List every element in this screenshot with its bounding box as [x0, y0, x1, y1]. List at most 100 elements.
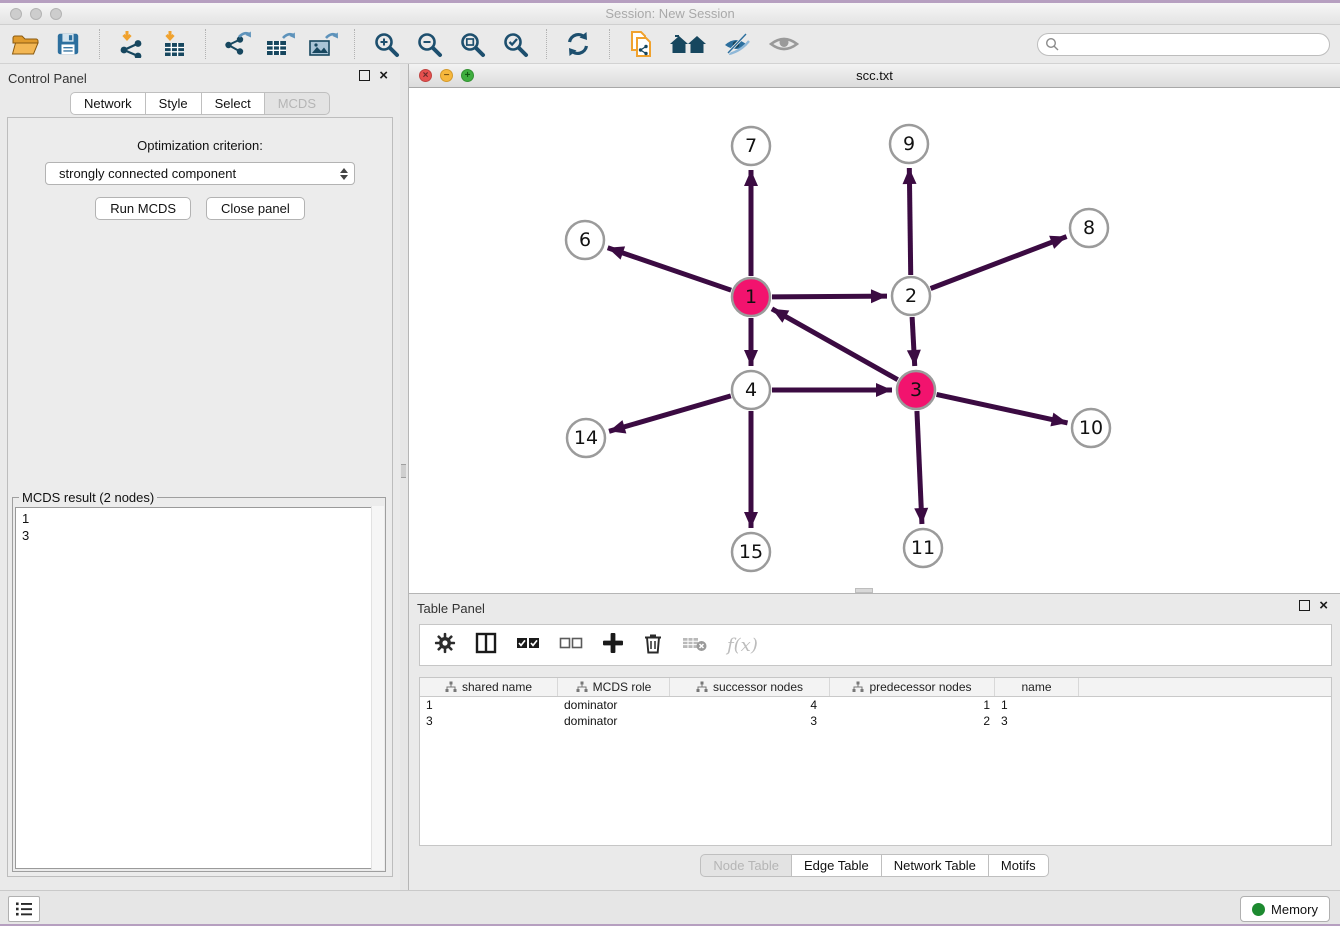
- graph-node-6[interactable]: 6: [566, 221, 604, 259]
- cell-name[interactable]: 1: [995, 697, 1079, 713]
- import-table-button[interactable]: [159, 29, 189, 59]
- toolbar-separator: [205, 29, 206, 59]
- show-all-button[interactable]: [767, 29, 801, 59]
- graph-edge-2-8[interactable]: [931, 237, 1067, 289]
- graph-node-14[interactable]: 14: [567, 419, 605, 457]
- graph-node-8[interactable]: 8: [1070, 209, 1108, 247]
- graph-node-1[interactable]: 1: [732, 278, 770, 316]
- delete-column-button[interactable]: [643, 632, 663, 659]
- export-network-button[interactable]: [222, 29, 252, 59]
- tree-icon: [445, 681, 457, 693]
- network-canvas[interactable]: 7 9 6 8 1 2 4 3 14 10 15 11: [409, 88, 1340, 593]
- open-session-button[interactable]: [10, 29, 40, 59]
- graph-node-9[interactable]: 9: [890, 125, 928, 163]
- graph-node-11[interactable]: 11: [904, 529, 942, 567]
- deselect-all-rows-button[interactable]: [559, 635, 583, 656]
- trash-icon: [643, 632, 663, 654]
- tab-node-table[interactable]: Node Table: [700, 854, 792, 877]
- cell-mcds-role[interactable]: dominator: [558, 697, 670, 713]
- column-header-mcds-role[interactable]: MCDS role: [558, 678, 670, 696]
- cell-shared-name[interactable]: 3: [420, 713, 558, 729]
- graph-node-7[interactable]: 7: [732, 127, 770, 165]
- graph-edge-3-10[interactable]: [937, 394, 1068, 422]
- graph-edge-1-2[interactable]: [772, 296, 887, 297]
- tab-select[interactable]: Select: [202, 92, 265, 115]
- run-mcds-button[interactable]: Run MCDS: [95, 197, 191, 220]
- table-panel-title: Table Panel: [417, 601, 485, 616]
- graph-node-4[interactable]: 4: [732, 371, 770, 409]
- refresh-button[interactable]: [563, 29, 593, 59]
- delete-table-icon: [682, 633, 708, 653]
- cell-predecessor-nodes[interactable]: 2: [830, 713, 995, 729]
- close-panel-button[interactable]: Close panel: [206, 197, 305, 220]
- deselect-all-icon: [559, 635, 583, 651]
- column-header-name[interactable]: name: [995, 678, 1079, 696]
- delete-table-button[interactable]: [682, 633, 708, 658]
- export-network-icon: [223, 30, 251, 58]
- column-header-shared-name[interactable]: shared name: [420, 678, 558, 696]
- save-session-button[interactable]: [53, 29, 83, 59]
- graph-node-3[interactable]: 3: [897, 371, 935, 409]
- splitter-grip[interactable]: [401, 464, 406, 478]
- export-image-button[interactable]: [308, 29, 338, 59]
- criterion-select[interactable]: strongly connected component: [45, 162, 355, 185]
- cell-successor-nodes[interactable]: 4: [670, 697, 830, 713]
- function-builder-button[interactable]: f(x): [727, 635, 758, 656]
- graph-edge-2-3[interactable]: [912, 317, 915, 366]
- tab-motifs[interactable]: Motifs: [989, 854, 1049, 877]
- task-history-button[interactable]: [8, 896, 40, 922]
- graph-node-10[interactable]: 10: [1072, 409, 1110, 447]
- plus-icon: [602, 632, 624, 654]
- toggle-columns-button[interactable]: [475, 632, 497, 659]
- table-tabs: Node Table Edge Table Network Table Moti…: [409, 854, 1340, 877]
- graph-edge-3-11[interactable]: [917, 411, 922, 524]
- zoom-selected-button[interactable]: [500, 29, 530, 59]
- graph-node-15[interactable]: 15: [732, 533, 770, 571]
- network-window-title: scc.txt: [409, 68, 1340, 83]
- cell-successor-nodes[interactable]: 3: [670, 713, 830, 729]
- add-column-button[interactable]: [602, 632, 624, 659]
- column-header-successor-nodes[interactable]: successor nodes: [670, 678, 830, 696]
- graph-edge-1-6[interactable]: [608, 248, 731, 290]
- zoom-fit-button[interactable]: [457, 29, 487, 59]
- tab-network-table[interactable]: Network Table: [882, 854, 989, 877]
- float-panel-icon[interactable]: [359, 70, 370, 81]
- cell-shared-name[interactable]: 1: [420, 697, 558, 713]
- search-box[interactable]: [1037, 33, 1330, 56]
- panel-splitter[interactable]: [400, 64, 408, 890]
- zoom-in-button[interactable]: [371, 29, 401, 59]
- graph-edge-4-14[interactable]: [609, 396, 731, 431]
- tree-icon: [852, 681, 864, 693]
- select-all-rows-button[interactable]: [516, 635, 540, 656]
- close-panel-icon[interactable]: ×: [379, 70, 388, 81]
- duplicate-network-button[interactable]: [626, 29, 656, 59]
- node-table: shared name MCDS role successor nodes pr…: [419, 677, 1332, 846]
- cell-predecessor-nodes[interactable]: 1: [830, 697, 995, 713]
- graph-edge-3-1[interactable]: [772, 309, 898, 380]
- zoom-out-icon: [416, 31, 443, 58]
- home-view-button[interactable]: [669, 29, 707, 59]
- tab-style[interactable]: Style: [146, 92, 202, 115]
- close-table-panel-icon[interactable]: ×: [1319, 600, 1328, 611]
- table-settings-button[interactable]: [434, 632, 456, 659]
- tab-edge-table[interactable]: Edge Table: [792, 854, 882, 877]
- mcds-result-text: 1 3: [15, 507, 383, 869]
- import-network-button[interactable]: [116, 29, 146, 59]
- tab-network[interactable]: Network: [70, 92, 146, 115]
- tab-mcds[interactable]: MCDS: [265, 92, 330, 115]
- hide-selected-button[interactable]: [720, 29, 754, 59]
- graph-edge-2-9[interactable]: [909, 168, 910, 275]
- column-header-predecessor-nodes[interactable]: predecessor nodes: [830, 678, 995, 696]
- export-table-button[interactable]: [265, 29, 295, 59]
- table-row[interactable]: 3 dominator 3 2 3: [420, 713, 1331, 729]
- cell-mcds-role[interactable]: dominator: [558, 713, 670, 729]
- zoom-out-button[interactable]: [414, 29, 444, 59]
- float-table-panel-icon[interactable]: [1299, 600, 1310, 611]
- result-scrollbar[interactable]: [371, 506, 384, 870]
- table-row[interactable]: 1 dominator 4 1 1: [420, 697, 1331, 713]
- cell-name[interactable]: 3: [995, 713, 1079, 729]
- memory-button[interactable]: Memory: [1240, 896, 1330, 922]
- search-input[interactable]: [1064, 35, 1329, 53]
- graph-node-2[interactable]: 2: [892, 277, 930, 315]
- network-graph[interactable]: 7 9 6 8 1 2 4 3 14 10 15 11: [409, 88, 1340, 593]
